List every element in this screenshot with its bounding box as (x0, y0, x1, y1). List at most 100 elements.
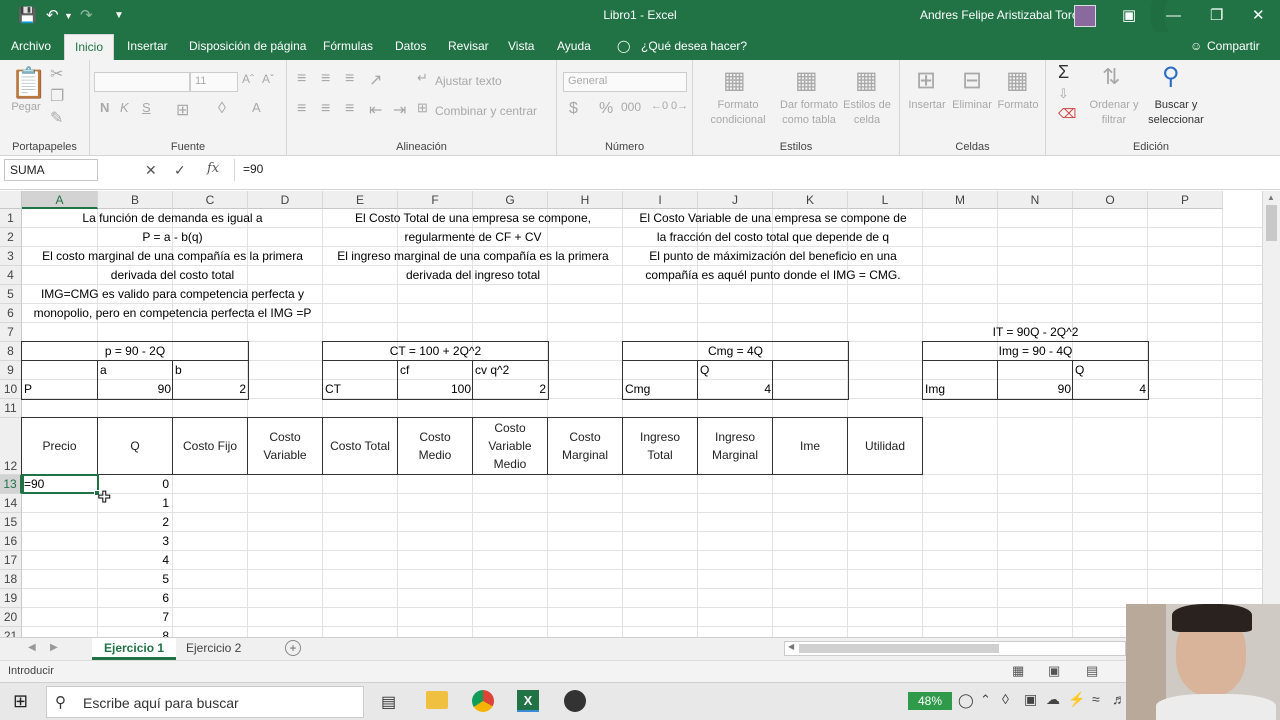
table-header-4[interactable]: Costo Variable (247, 417, 323, 475)
sort-filter-label-1[interactable]: Ordenar y (1086, 98, 1142, 112)
cell-n10[interactable]: 90 (1000, 380, 1071, 399)
align-right-icon[interactable]: ≡ (345, 100, 354, 118)
row-header-4[interactable]: 4 (0, 266, 22, 285)
cell-styles-icon[interactable]: ▦ (855, 66, 878, 95)
sheet-tab-ejercicio-2[interactable]: Ejercicio 2 (174, 638, 253, 660)
format-table-icon[interactable]: ▦ (795, 66, 818, 95)
row-header-13[interactable]: 13 (0, 475, 22, 494)
paste-label[interactable]: Pegar (6, 100, 46, 114)
windows-start-icon[interactable]: ⊞ (13, 691, 28, 712)
cell-e4[interactable]: derivada del ingreso total (325, 266, 621, 285)
close-icon[interactable]: ✕ (1252, 6, 1265, 26)
worksheet-grid[interactable]: A B C D E F G H I J K L M N O P 1 2 3 4 5 6 7 8 9 10 11 12 13 14 15 16 1… (0, 191, 1262, 637)
scroll-up-icon[interactable]: ▲ (1267, 193, 1275, 202)
cell-c9[interactable]: b (175, 361, 246, 380)
row-header-2[interactable]: 2 (0, 228, 22, 247)
column-header-i[interactable]: I (623, 191, 698, 209)
network-icon[interactable]: ▣ (1024, 691, 1037, 708)
table-header-9[interactable]: Ingreso Total (622, 417, 698, 475)
cell-i10[interactable]: Cmg (625, 380, 696, 399)
tab-inicio[interactable]: Inicio (64, 34, 115, 60)
decrease-font-icon[interactable]: Aˇ (262, 72, 274, 86)
currency-icon[interactable]: $ (569, 100, 578, 118)
align-center-icon[interactable]: ≡ (321, 100, 330, 118)
wrap-text-icon[interactable]: ↵ (417, 70, 428, 86)
copy-icon[interactable]: ❐ (50, 86, 64, 106)
formula-input[interactable]: =90 (234, 159, 1274, 181)
cell-a3[interactable]: El costo marginal de una compañía es la … (24, 247, 321, 266)
find-select-label-2[interactable]: seleccionar (1144, 113, 1208, 127)
row-header-19[interactable]: 19 (0, 589, 22, 608)
cell-a6[interactable]: monopolio, pero en competencia perfecta … (24, 304, 321, 323)
row-header-6[interactable]: 6 (0, 304, 22, 323)
undo-dropdown-icon[interactable]: ▼ (64, 6, 73, 26)
cut-icon[interactable]: ✂ (50, 64, 63, 84)
row-header-5[interactable]: 5 (0, 285, 22, 304)
volume-icon[interactable]: ♬ (1112, 691, 1126, 707)
dropbox-icon[interactable]: ◊ (1002, 691, 1009, 707)
table-header-3[interactable]: Costo Fijo (172, 417, 248, 475)
format-painter-icon[interactable]: ✎ (50, 108, 63, 128)
column-header-d[interactable]: D (248, 191, 323, 209)
column-header-o[interactable]: O (1073, 191, 1148, 209)
column-header-a[interactable]: A (22, 191, 98, 209)
cell-b10[interactable]: 90 (100, 380, 171, 399)
row-header-17[interactable]: 17 (0, 551, 22, 570)
save-icon[interactable]: 💾 (18, 6, 37, 26)
fill-icon[interactable]: ⇩ (1058, 86, 1069, 102)
cell-i1[interactable]: El Costo Variable de una empresa se comp… (625, 209, 921, 228)
italic-button[interactable]: K (120, 100, 129, 115)
name-box[interactable]: SUMA (4, 159, 98, 181)
conditional-format-label-1[interactable]: Formato (701, 98, 775, 112)
row-header-1[interactable]: 1 (0, 209, 22, 228)
cell-f9[interactable]: cf (400, 361, 471, 380)
find-select-label-1[interactable]: Buscar y (1144, 98, 1208, 112)
ribbon-display-icon[interactable]: ▣ (1122, 6, 1136, 26)
restore-icon[interactable]: ❐ (1210, 6, 1223, 26)
font-color-icon[interactable]: A (252, 100, 261, 115)
cell-i4[interactable]: compañía es aquél punto donde el IMG = C… (625, 266, 921, 285)
table-header-11[interactable]: Ime (772, 417, 848, 475)
cell-e10[interactable]: CT (325, 380, 396, 399)
cell-g10[interactable]: 2 (475, 380, 546, 399)
chrome-icon[interactable] (472, 690, 494, 712)
cell-o9[interactable]: Q (1075, 361, 1146, 380)
cell-a5[interactable]: IMG=CMG es valido para competencia perfe… (24, 285, 321, 304)
percent-icon[interactable]: % (599, 100, 613, 118)
column-header-p[interactable]: P (1148, 191, 1223, 209)
tab-ayuda[interactable]: Ayuda (557, 39, 591, 53)
clear-icon[interactable]: ⌫ (1058, 106, 1076, 122)
cell-g9[interactable]: cv q^2 (475, 361, 546, 380)
row-header-15[interactable]: 15 (0, 513, 22, 532)
increase-decimal-icon[interactable]: ←0 (651, 100, 668, 112)
select-all-button[interactable] (0, 191, 22, 209)
tab-formulas[interactable]: Fórmulas (323, 39, 373, 53)
wrap-text-button[interactable]: Ajustar texto (435, 74, 502, 88)
cell-a2[interactable]: P = a - b(q) (24, 228, 321, 247)
tab-datos[interactable]: Datos (395, 39, 426, 53)
font-size-dropdown[interactable]: 11 (190, 72, 238, 92)
taskbar-search-text[interactable]: Escribe aquí para buscar (83, 695, 239, 711)
delete-cells-button[interactable]: Eliminar (950, 98, 994, 112)
cell-a10[interactable]: P (24, 380, 96, 399)
cell-o10[interactable]: 4 (1075, 380, 1146, 399)
customize-toolbar-icon[interactable]: ▼ (114, 6, 124, 26)
column-header-h[interactable]: H (548, 191, 623, 209)
cell-styles-label-1[interactable]: Estilos de (839, 98, 895, 112)
table-header-7[interactable]: Costo Variable Medio (472, 417, 548, 475)
tab-revisar[interactable]: Revisar (448, 39, 489, 53)
row-header-9[interactable]: 9 (0, 361, 22, 380)
cancel-icon[interactable]: ✕ (145, 162, 157, 179)
delete-cells-icon[interactable]: ⊟ (962, 66, 982, 95)
row-header-10[interactable]: 10 (0, 380, 22, 399)
cell-i3[interactable]: El punto de máximización del beneficio e… (625, 247, 921, 266)
q-value-cell[interactable]: 5 (100, 570, 169, 589)
cell-styles-label-2[interactable]: celda (839, 113, 895, 127)
row-header-3[interactable]: 3 (0, 247, 22, 266)
increase-indent-icon[interactable]: ⇥ (393, 100, 406, 120)
table-header-6[interactable]: Costo Medio (397, 417, 473, 475)
tab-insertar[interactable]: Insertar (127, 39, 168, 53)
column-header-c[interactable]: C (173, 191, 248, 209)
tray-chevron-icon[interactable]: ⌃ (980, 692, 991, 708)
avatar[interactable] (1074, 5, 1096, 27)
